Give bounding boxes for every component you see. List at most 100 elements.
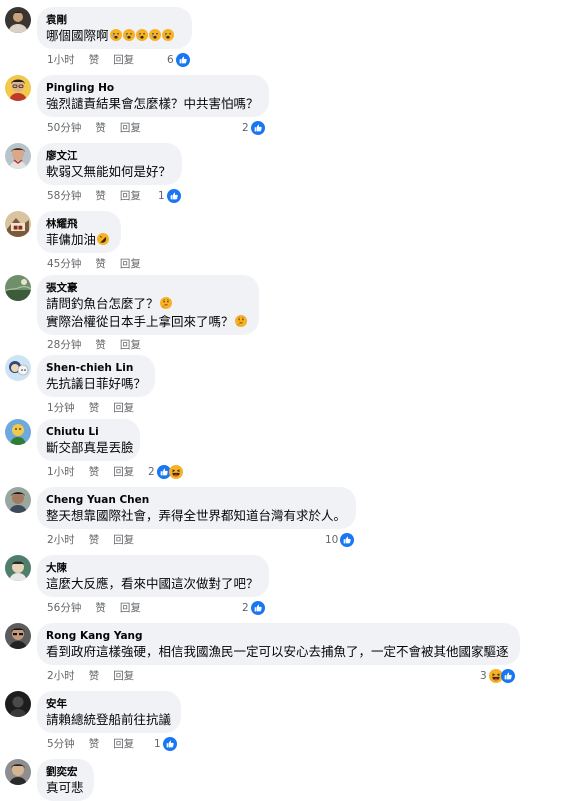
avatar[interactable]: [5, 275, 31, 301]
haha-reaction-icon: [169, 465, 183, 479]
avatar[interactable]: ■■: [5, 211, 31, 237]
comment-meta: 56分钟 赞 回复: [47, 601, 155, 615]
like-button[interactable]: 赞: [95, 122, 106, 134]
reply-button[interactable]: 回复: [120, 602, 141, 614]
reaction-summary[interactable]: 2: [148, 464, 183, 480]
reply-button[interactable]: 回复: [113, 670, 134, 682]
comment-time[interactable]: 2小时: [47, 534, 75, 546]
reaction-summary[interactable]: 6: [167, 52, 190, 68]
commenter-name[interactable]: 大陳: [46, 561, 259, 575]
reply-button[interactable]: 回复: [113, 534, 134, 546]
commenter-name[interactable]: Pingling Ho: [46, 81, 259, 95]
reaction-summary[interactable]: 10: [325, 532, 354, 548]
reply-button[interactable]: 回复: [120, 122, 141, 134]
like-button[interactable]: 赞: [89, 54, 100, 66]
commenter-name[interactable]: 廖文江: [46, 149, 172, 163]
like-button[interactable]: 赞: [89, 534, 100, 546]
comment-time[interactable]: 58分钟: [47, 190, 81, 202]
like-button[interactable]: 赞: [95, 339, 106, 351]
reaction-summary[interactable]: 2: [242, 600, 265, 616]
reaction-summary[interactable]: 2: [242, 120, 265, 136]
comment-time[interactable]: 28分钟: [47, 339, 81, 351]
comment-text: 請賴總統登船前往抗議: [46, 712, 172, 727]
avatar[interactable]: [5, 691, 31, 717]
reaction-count: 10: [325, 534, 339, 546]
comment-text: 整天想靠國際社會，弄得全世界都知道台灣有求於人。: [46, 508, 347, 523]
comment-time[interactable]: 1小时: [47, 54, 75, 66]
comment-bubble: 安年 請賴總統登船前往抗議: [37, 691, 181, 733]
crying-emoji-icon: [123, 29, 135, 41]
commenter-name[interactable]: Cheng Yuan Chen: [46, 493, 346, 507]
like-button[interactable]: 赞: [89, 466, 100, 478]
like-reaction-icon: [176, 53, 190, 67]
avatar[interactable]: [5, 487, 31, 513]
reaction-summary[interactable]: 3: [480, 668, 515, 684]
crying-emoji-icon: [149, 29, 161, 41]
comment-meta: 50分钟 赞 回复: [47, 121, 155, 135]
comment-time[interactable]: 45分钟: [47, 258, 81, 270]
comment-text: 這麼大反應，看來中國這次做對了吧？: [46, 576, 259, 591]
thinking-emoji-icon: [160, 297, 172, 309]
avatar[interactable]: [5, 759, 31, 785]
comment-meta: 5分钟 赞 回复: [47, 737, 148, 751]
commenter-name[interactable]: 安年: [46, 697, 171, 711]
like-button[interactable]: 赞: [89, 670, 100, 682]
comment-time[interactable]: 5分钟: [47, 738, 75, 750]
comment-bubble: 林耀飛 菲傭加油: [37, 211, 121, 253]
comment-time[interactable]: 2小时: [47, 670, 75, 682]
like-button[interactable]: 赞: [89, 738, 100, 750]
avatar[interactable]: [5, 623, 31, 649]
like-reaction-icon: [340, 533, 354, 547]
commenter-name[interactable]: Chiutu Li: [46, 425, 130, 439]
reaction-summary[interactable]: 1: [158, 188, 181, 204]
reply-button[interactable]: 回复: [120, 190, 141, 202]
comment-meta: 58分钟 赞 回复: [47, 189, 155, 203]
like-button[interactable]: 赞: [95, 602, 106, 614]
reaction-summary[interactable]: 1: [154, 736, 177, 752]
commenter-name[interactable]: 張文豪: [46, 281, 249, 295]
comment-bubble: Pingling Ho 強烈譴責結果會怎麼樣？中共害怕嗎？: [37, 75, 269, 117]
comment-bubble: Rong Kang Yang 看到政府這樣強硬，相信我國漁民一定可以安心去捕魚了…: [37, 623, 520, 665]
reply-button[interactable]: 回复: [113, 54, 134, 66]
avatar[interactable]: [5, 143, 31, 169]
reply-button[interactable]: 回复: [113, 738, 134, 750]
avatar[interactable]: [5, 7, 31, 33]
avatar[interactable]: [5, 555, 31, 581]
commenter-name[interactable]: Shen-chieh Lin: [46, 361, 145, 375]
comment-time[interactable]: 1小时: [47, 466, 75, 478]
avatar[interactable]: [5, 355, 31, 381]
comment-text: 看到政府這樣強硬，相信我國漁民一定可以安心去捕魚了，一定不會被其他國家驅逐: [46, 644, 509, 659]
like-reaction-icon: [501, 669, 515, 683]
like-button[interactable]: 赞: [95, 190, 106, 202]
commenter-name[interactable]: Rong Kang Yang: [46, 629, 510, 643]
comment-bubble: 袁剛 哪個國際啊: [37, 7, 192, 49]
comment-bubble: 大陳 這麼大反應，看來中國這次做對了吧？: [37, 555, 269, 597]
comment-time[interactable]: 1分钟: [47, 402, 75, 414]
like-reaction-icon: [251, 601, 265, 615]
comment-bubble: 張文豪 請問釣魚台怎麼了？ 實際治權從日本手上拿回來了嗎？: [37, 275, 259, 335]
comment-time[interactable]: 50分钟: [47, 122, 81, 134]
commenter-name[interactable]: 林耀飛: [46, 217, 111, 231]
comment-text: 真可悲: [46, 780, 84, 795]
reply-button[interactable]: 回复: [120, 339, 141, 351]
comment-text: 強烈譴責結果會怎麼樣？中共害怕嗎？: [46, 96, 259, 111]
reply-button[interactable]: 回复: [113, 402, 134, 414]
comment-text: 哪個國際啊: [46, 27, 182, 45]
reply-button[interactable]: 回复: [113, 466, 134, 478]
like-button[interactable]: 赞: [89, 402, 100, 414]
like-button[interactable]: 赞: [95, 258, 106, 270]
comment-meta: 1小时 赞 回复: [47, 53, 148, 67]
avatar[interactable]: [5, 75, 31, 101]
comment-bubble: Shen-chieh Lin 先抗議日菲好嗎？: [37, 355, 155, 397]
comment-text: 實際治權從日本手上拿回來了嗎？: [46, 313, 249, 331]
comment-text: 菲傭加油: [46, 231, 111, 249]
laughing-emoji-icon: [97, 233, 109, 245]
reaction-count: 6: [167, 54, 174, 66]
comment-meta: 45分钟 赞 回复: [47, 257, 155, 271]
comment-text: 先抗議日菲好嗎？: [46, 376, 147, 391]
commenter-name[interactable]: 袁剛: [46, 13, 182, 27]
commenter-name[interactable]: 劉奕宏: [46, 765, 84, 779]
avatar[interactable]: [5, 419, 31, 445]
comment-time[interactable]: 56分钟: [47, 602, 81, 614]
reply-button[interactable]: 回复: [120, 258, 141, 270]
